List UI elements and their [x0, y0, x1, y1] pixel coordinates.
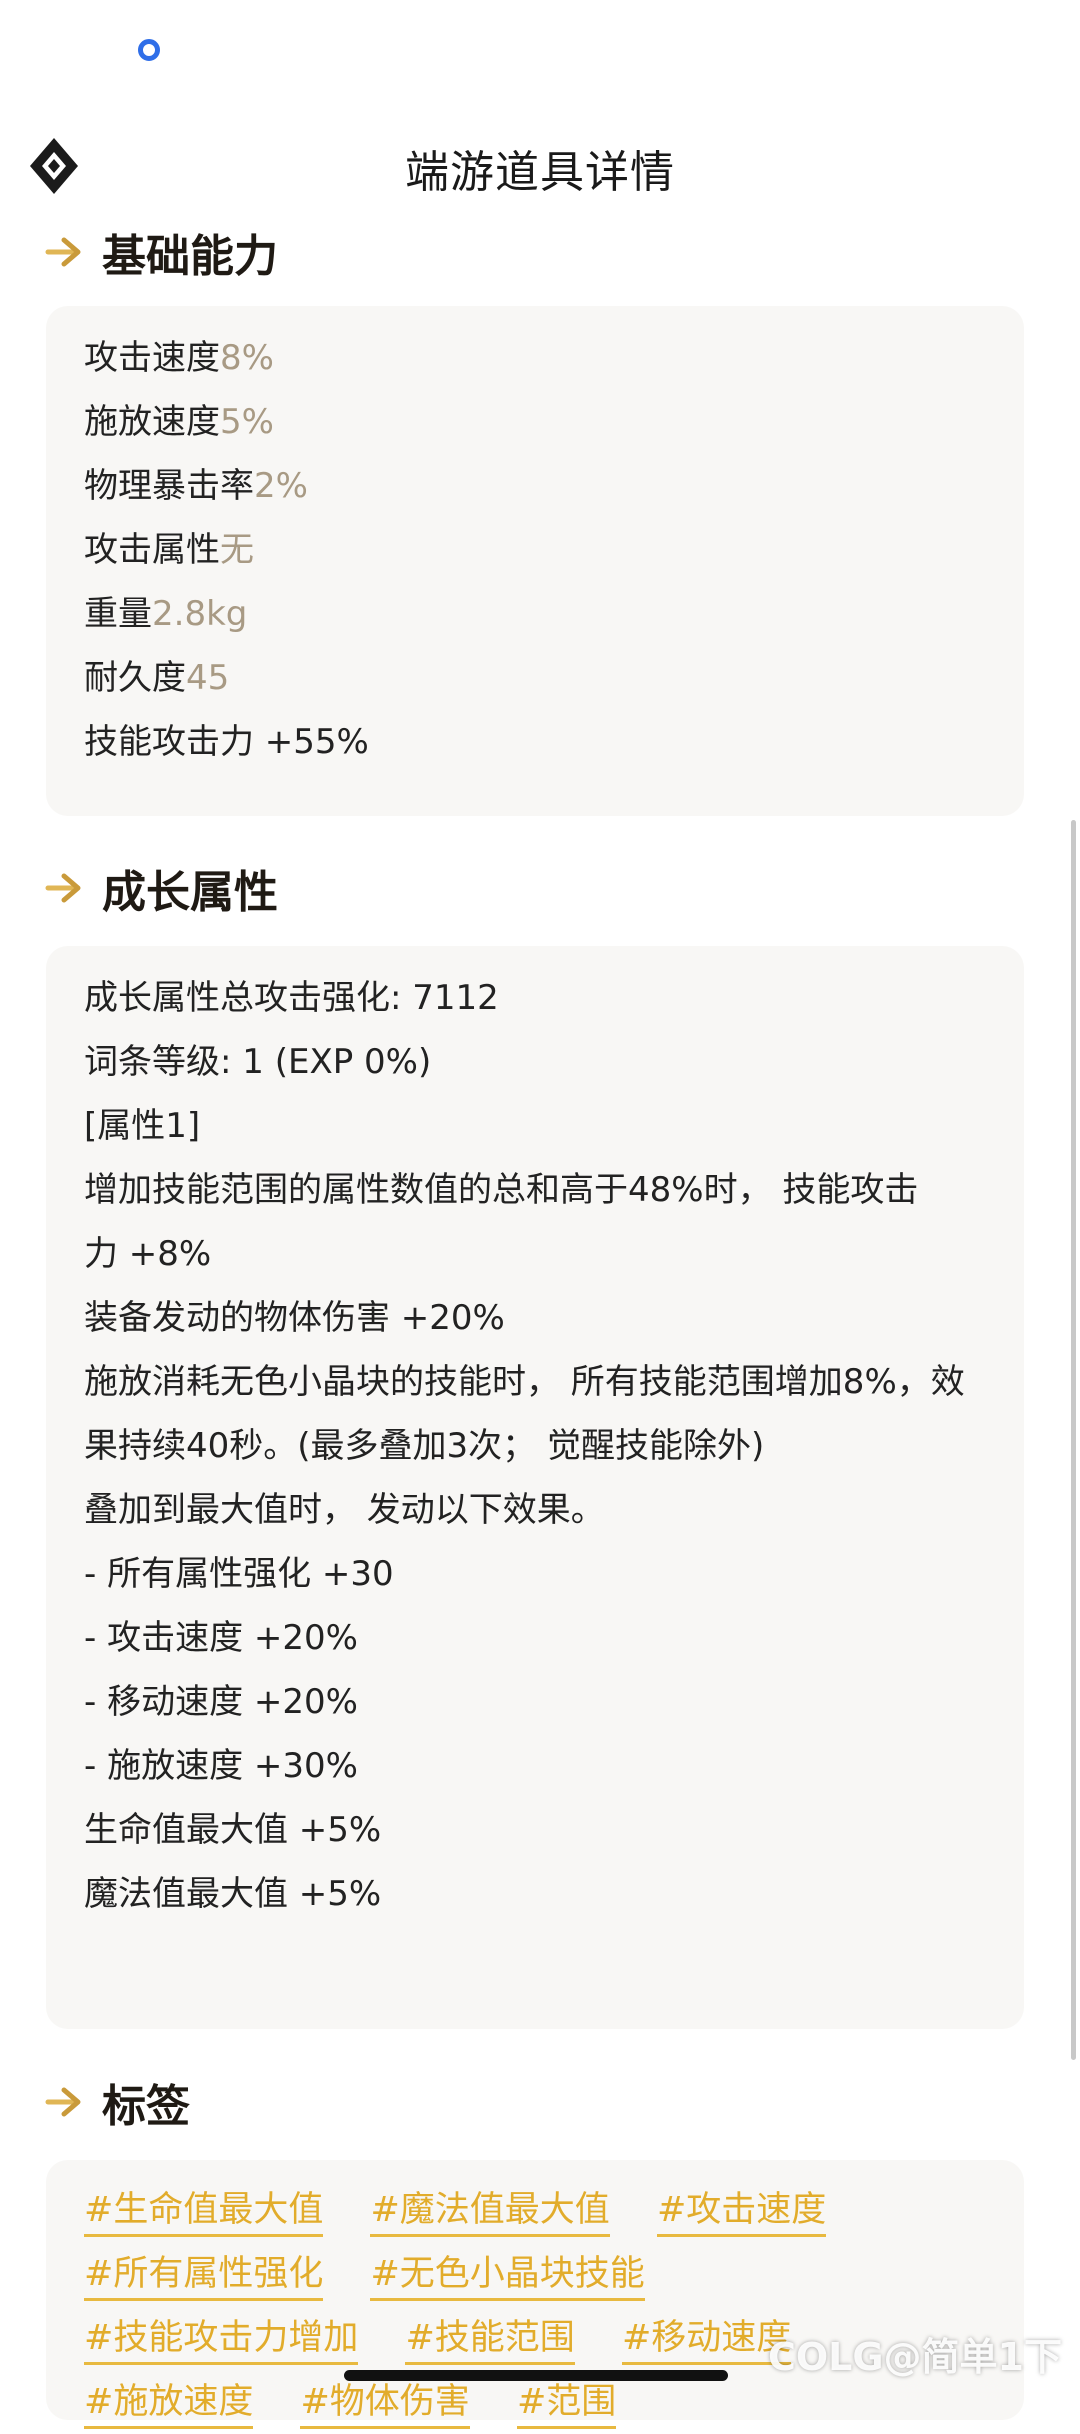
- section-title: 基础能力: [102, 231, 278, 282]
- growth-line: 增加技能范围的属性数值的总和高于48%时， 技能攻击力 +8%: [84, 1170, 919, 1274]
- growth-line: - 移动速度 +20%: [84, 1682, 358, 1722]
- growth-line: - 攻击速度 +20%: [84, 1618, 358, 1658]
- stat-attack-element: 攻击属性无: [84, 530, 254, 570]
- growth-line: 魔法值最大值 +5%: [84, 1874, 382, 1914]
- arrow-right-icon: [45, 237, 81, 267]
- tag-link[interactable]: #施放速度: [84, 2382, 254, 2429]
- stat-skill-attack: 技能攻击力 +55%: [84, 722, 369, 762]
- stat-cast-speed: 施放速度5%: [84, 402, 274, 442]
- arrow-right-icon: [45, 873, 81, 903]
- watermark: COLG@简单1下: [767, 2335, 1062, 2379]
- tag-link[interactable]: #生命值最大值: [84, 2190, 324, 2237]
- stat-durability: 耐久度45: [84, 658, 230, 698]
- section-header-growth: 成长属性: [44, 858, 278, 918]
- tag-link[interactable]: #移动速度: [621, 2318, 792, 2365]
- growth-line: 装备发动的物体伤害 +20%: [84, 1298, 505, 1338]
- page-title: 端游道具详情: [405, 147, 675, 198]
- tag-link[interactable]: #魔法值最大值: [370, 2190, 610, 2237]
- tags-card: #生命值最大值 #魔法值最大值 #攻击速度 #所有属性强化 #无色小晶块技能 #…: [46, 2160, 1024, 2429]
- tag-link[interactable]: #攻击速度: [656, 2190, 827, 2237]
- growth-attributes-card: 成长属性总攻击强化: 7112 词条等级: 1 (EXP 0%) [属性1] 增…: [46, 946, 1024, 2029]
- growth-line: 施放消耗无色小晶块的技能时， 所有技能范围增加8%，效果持续40秒。(最多叠加3…: [84, 1362, 965, 1466]
- stat-attack-speed: 攻击速度8%: [84, 338, 274, 378]
- section-title: 成长属性: [102, 867, 278, 918]
- growth-line: 生命值最大值 +5%: [84, 1810, 382, 1850]
- stat-weight: 重量2.8kg: [84, 594, 248, 634]
- tag-link[interactable]: #技能范围: [405, 2318, 575, 2365]
- section-header-basic: 基础能力: [44, 222, 278, 282]
- tag-link[interactable]: #所有属性强化: [84, 2254, 324, 2301]
- growth-line: [属性1]: [84, 1106, 201, 1146]
- growth-line: - 所有属性强化 +30: [84, 1554, 394, 1594]
- status-indicator-icon: [138, 39, 160, 61]
- arrow-right-icon: [45, 2087, 81, 2117]
- scrollbar[interactable]: [1071, 820, 1076, 2060]
- tag-link[interactable]: #技能攻击力增加: [84, 2318, 359, 2365]
- stat-physical-crit: 物理暴击率2%: [84, 466, 308, 506]
- section-header-tags: 标签: [44, 2072, 190, 2132]
- growth-line: 成长属性总攻击强化: 7112: [84, 978, 499, 1018]
- tags-list: #生命值最大值 #魔法值最大值 #攻击速度 #所有属性强化 #无色小晶块技能 #…: [84, 2178, 986, 2434]
- tag-link[interactable]: #无色小晶块技能: [370, 2254, 645, 2301]
- growth-line: 词条等级: 1 (EXP 0%): [84, 1042, 432, 1082]
- section-title: 标签: [102, 2081, 190, 2132]
- growth-line: 叠加到最大值时， 发动以下效果。: [84, 1490, 605, 1530]
- growth-line: - 施放速度 +30%: [84, 1746, 358, 1786]
- tag-link[interactable]: #物体伤害: [300, 2382, 470, 2429]
- tag-link[interactable]: #范围: [516, 2382, 617, 2429]
- basic-stats-card: 攻击速度8% 施放速度5% 物理暴击率2% 攻击属性无 重量2.8kg 耐久度4…: [46, 306, 1024, 816]
- home-indicator[interactable]: [344, 2370, 728, 2381]
